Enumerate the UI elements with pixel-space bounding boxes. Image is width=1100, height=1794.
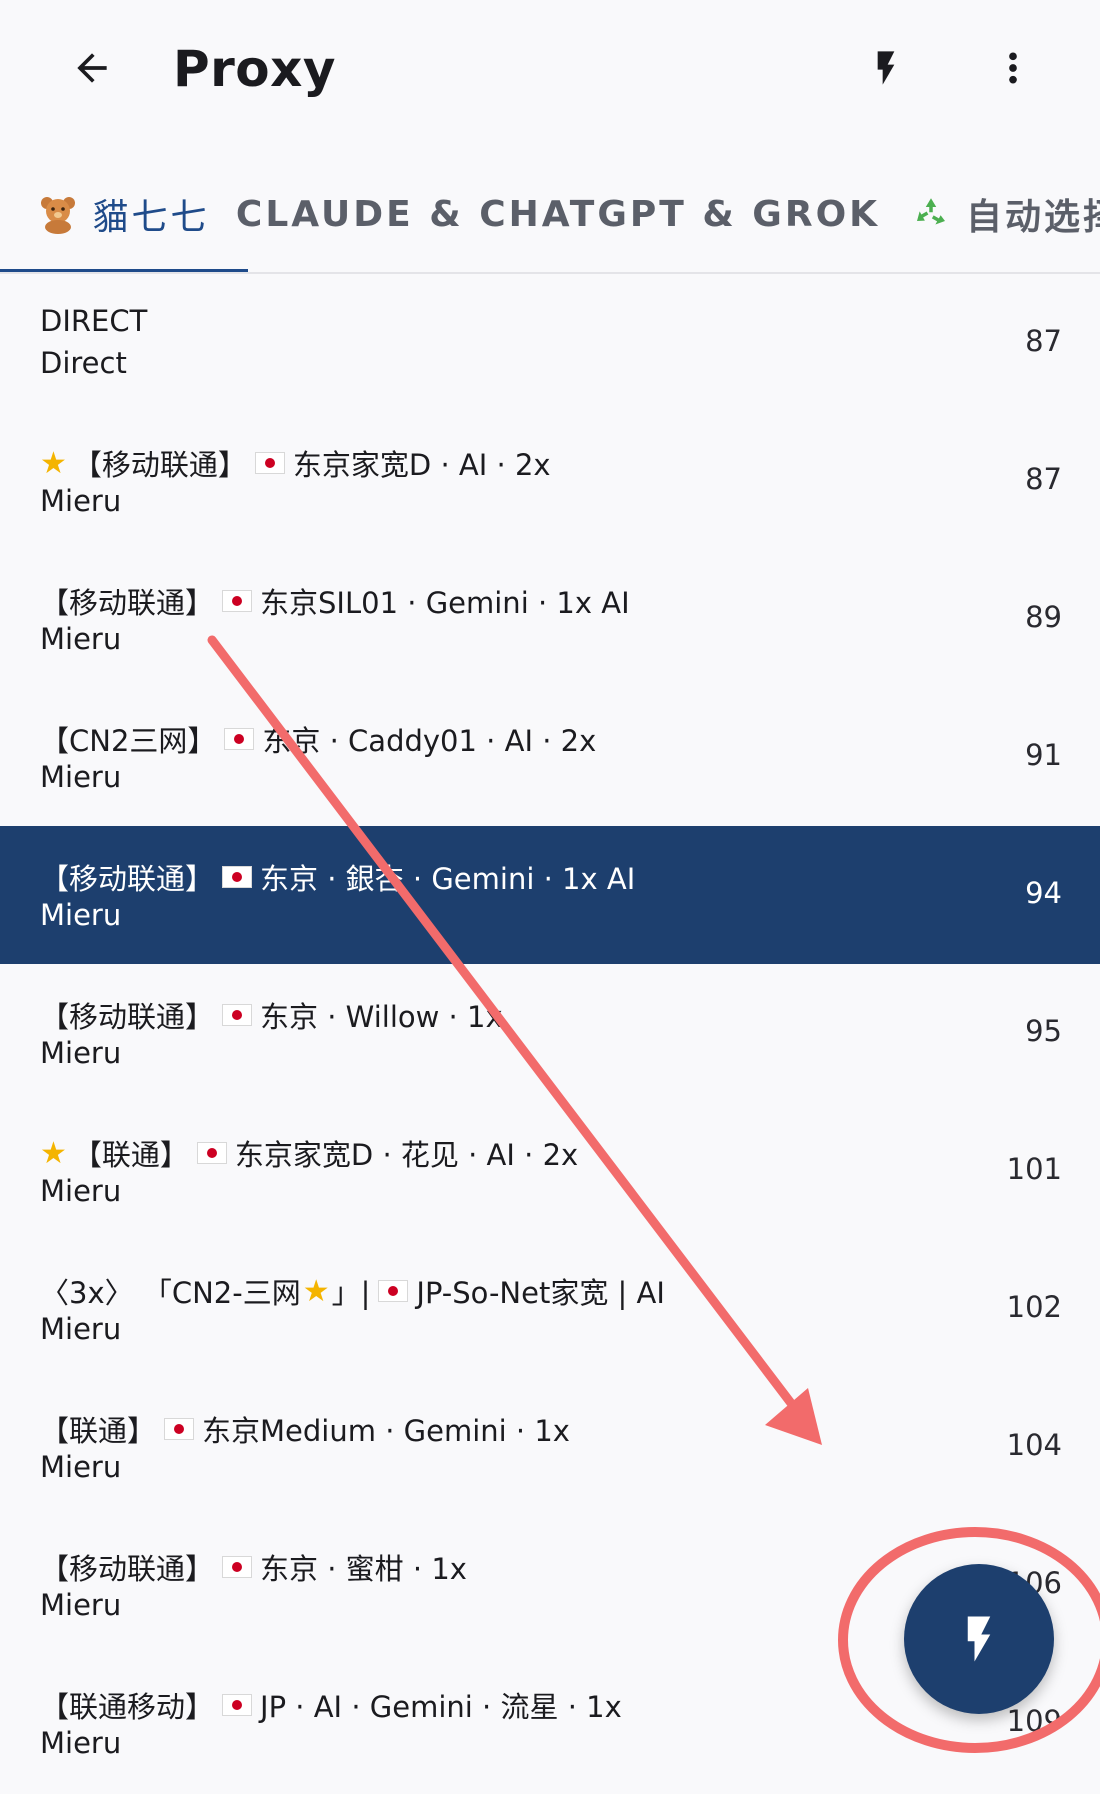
proxy-protocol: Mieru bbox=[40, 1036, 122, 1070]
proxy-name-tag: 【移动联通】 bbox=[40, 862, 215, 896]
proxy-protocol: Mieru bbox=[40, 898, 122, 932]
proxy-latency: 109 bbox=[1006, 1704, 1062, 1738]
tab-label: CLAUDE & CHATGPT & GROK bbox=[235, 193, 881, 235]
japan-flag-icon bbox=[254, 452, 285, 474]
proxy-latency: 87 bbox=[1025, 324, 1062, 358]
app-bar: Proxy bbox=[0, 0, 1100, 140]
proxy-name-text: 东京 · 銀杏 · Gemini · 1x AI bbox=[260, 862, 636, 896]
proxy-latency: 101 bbox=[1006, 1152, 1062, 1186]
proxy-protocol: Mieru bbox=[40, 760, 122, 794]
proxy-row[interactable]: ★ 【移动联通】 东京家宽D · AI · 2x Mieru 87 bbox=[0, 412, 1100, 550]
proxy-protocol: Mieru bbox=[40, 1174, 122, 1208]
japan-flag-icon bbox=[378, 1280, 409, 1302]
proxy-list: DIRECT Direct 87 ★ 【移动联通】 东京家宽D · AI · 2… bbox=[0, 274, 1100, 1792]
japan-flag-icon bbox=[222, 1556, 253, 1578]
proxy-name-tag: 【联通】 bbox=[40, 1414, 157, 1448]
proxy-row-selected[interactable]: 【移动联通】 东京 · 銀杏 · Gemini · 1x AI Mieru 94 bbox=[0, 826, 1100, 964]
proxy-latency: 91 bbox=[1025, 738, 1062, 772]
japan-flag-icon bbox=[222, 590, 253, 612]
proxy-protocol: Mieru bbox=[40, 484, 122, 518]
proxy-protocol: Direct bbox=[40, 346, 127, 380]
proxy-name-text: 东京SIL01 · Gemini · 1x AI bbox=[260, 586, 630, 620]
proxy-row[interactable]: 【移动联通】 东京 · Willow · 1x Mieru 95 bbox=[0, 964, 1100, 1102]
proxy-latency: 104 bbox=[1006, 1428, 1062, 1462]
proxy-name: 【移动联通】 东京SIL01 · Gemini · 1x AI bbox=[40, 580, 630, 622]
test-latency-fab[interactable] bbox=[904, 1564, 1054, 1714]
proxy-name: 〈3x〉 「CN2-三网 ★ 」| JP-So-Net家宽 | AI bbox=[40, 1270, 665, 1312]
proxy-name: 【联通移动】 JP · AI · Gemini · 流星 · 1x bbox=[40, 1684, 622, 1726]
proxy-name-tag: 〈3x〉 「CN2-三网 bbox=[40, 1276, 301, 1310]
teddy-bear-icon bbox=[38, 194, 78, 234]
proxy-name-tag: 【CN2三网】 bbox=[40, 724, 217, 758]
proxy-name: ★ 【移动联通】 东京家宽D · AI · 2x bbox=[40, 442, 551, 484]
proxy-name-text: 东京 · Caddy01 · AI · 2x bbox=[262, 724, 597, 758]
recycle-icon bbox=[910, 193, 952, 235]
page-title: Proxy bbox=[173, 40, 336, 98]
proxy-name: 【CN2三网】 东京 · Caddy01 · AI · 2x bbox=[40, 718, 596, 760]
proxy-name-mid: 」| bbox=[331, 1276, 371, 1310]
proxy-name-text: 东京Medium · Gemini · 1x bbox=[202, 1414, 570, 1448]
japan-flag-icon bbox=[224, 728, 255, 750]
proxy-name: 【移动联通】 东京 · 銀杏 · Gemini · 1x AI bbox=[40, 856, 635, 898]
bolt-icon bbox=[877, 51, 895, 85]
star-icon: ★ bbox=[302, 1273, 330, 1309]
proxy-latency: 94 bbox=[1025, 876, 1062, 910]
proxy-latency: 102 bbox=[1006, 1290, 1062, 1324]
tab-label: 自动选择 bbox=[966, 197, 1100, 238]
proxy-row[interactable]: 〈3x〉 「CN2-三网 ★ 」| JP-So-Net家宽 | AI Mieru… bbox=[0, 1240, 1100, 1378]
tab-claude-chatgpt-grok[interactable]: CLAUDE & CHATGPT & GROK bbox=[236, 158, 877, 270]
proxy-row[interactable]: 【移动联通】 东京SIL01 · Gemini · 1x AI Mieru 89 bbox=[0, 550, 1100, 688]
proxy-name-tag: 【联通移动】 bbox=[40, 1690, 215, 1724]
group-tabs: 貓七七 CLAUDE & CHATGPT & GROK 自动选择 bbox=[0, 158, 1100, 274]
proxy-latency: 89 bbox=[1025, 600, 1062, 634]
japan-flag-icon bbox=[222, 1694, 253, 1716]
proxy-name-tag: 【移动联通】 bbox=[40, 1552, 215, 1586]
tab-auto-select[interactable]: 自动选择 bbox=[900, 158, 1100, 270]
proxy-name: 【移动联通】 东京 · Willow · 1x bbox=[40, 994, 503, 1036]
proxy-latency: 95 bbox=[1025, 1014, 1062, 1048]
japan-flag-icon bbox=[164, 1418, 195, 1440]
japan-flag-icon bbox=[222, 1004, 253, 1026]
proxy-protocol: Mieru bbox=[40, 1588, 122, 1622]
proxy-name-text: 东京家宽D · AI · 2x bbox=[292, 448, 551, 482]
proxy-name-text: 东京家宽D · 花见 · AI · 2x bbox=[234, 1138, 579, 1172]
proxy-name: ★ 【联通】 东京家宽D · 花见 · AI · 2x bbox=[40, 1132, 578, 1174]
proxy-name-text: JP-So-Net家宽 | AI bbox=[416, 1276, 665, 1310]
proxy-name-tag: 【移动联通】 bbox=[40, 586, 215, 620]
proxy-name-text: DIRECT bbox=[40, 304, 148, 338]
star-icon: ★ bbox=[40, 445, 67, 481]
proxy-name-text: 东京 · Willow · 1x bbox=[260, 1000, 503, 1034]
tab-label: 貓七七 bbox=[92, 197, 210, 238]
proxy-name: 【移动联通】 东京 · 蜜柑 · 1x bbox=[40, 1546, 467, 1588]
more-vert-icon bbox=[1009, 52, 1017, 84]
star-icon: ★ bbox=[40, 1135, 67, 1171]
arrow-left-icon bbox=[77, 53, 107, 83]
proxy-name-tag: 【移动联通】 bbox=[72, 448, 247, 482]
proxy-row-direct[interactable]: DIRECT Direct 87 bbox=[0, 274, 1100, 412]
proxy-row[interactable]: 【联通】 东京Medium · Gemini · 1x Mieru 104 bbox=[0, 1378, 1100, 1516]
more-options-button[interactable] bbox=[973, 28, 1053, 108]
proxy-protocol: Mieru bbox=[40, 1450, 122, 1484]
proxy-name-tag: 【联通】 bbox=[72, 1138, 189, 1172]
japan-flag-icon bbox=[196, 1142, 227, 1164]
proxy-protocol: Mieru bbox=[40, 1726, 122, 1760]
proxy-name-text: 东京 · 蜜柑 · 1x bbox=[260, 1552, 467, 1586]
tab-maoqiqi[interactable]: 貓七七 bbox=[0, 158, 248, 270]
proxy-name: 【联通】 东京Medium · Gemini · 1x bbox=[40, 1408, 570, 1450]
proxy-protocol: Mieru bbox=[40, 622, 122, 656]
proxy-row[interactable]: ★ 【联通】 东京家宽D · 花见 · AI · 2x Mieru 101 bbox=[0, 1102, 1100, 1240]
japan-flag-icon bbox=[222, 866, 253, 888]
bolt-icon bbox=[967, 1616, 991, 1662]
proxy-name: DIRECT bbox=[40, 304, 147, 338]
proxy-name-text: JP · AI · Gemini · 流星 · 1x bbox=[260, 1690, 622, 1724]
proxy-protocol: Mieru bbox=[40, 1312, 122, 1346]
back-button[interactable] bbox=[52, 28, 132, 108]
proxy-row[interactable]: 【CN2三网】 东京 · Caddy01 · AI · 2x Mieru 91 bbox=[0, 688, 1100, 826]
proxy-latency: 87 bbox=[1025, 462, 1062, 496]
test-latency-button[interactable] bbox=[846, 28, 926, 108]
proxy-name-tag: 【移动联通】 bbox=[40, 1000, 215, 1034]
